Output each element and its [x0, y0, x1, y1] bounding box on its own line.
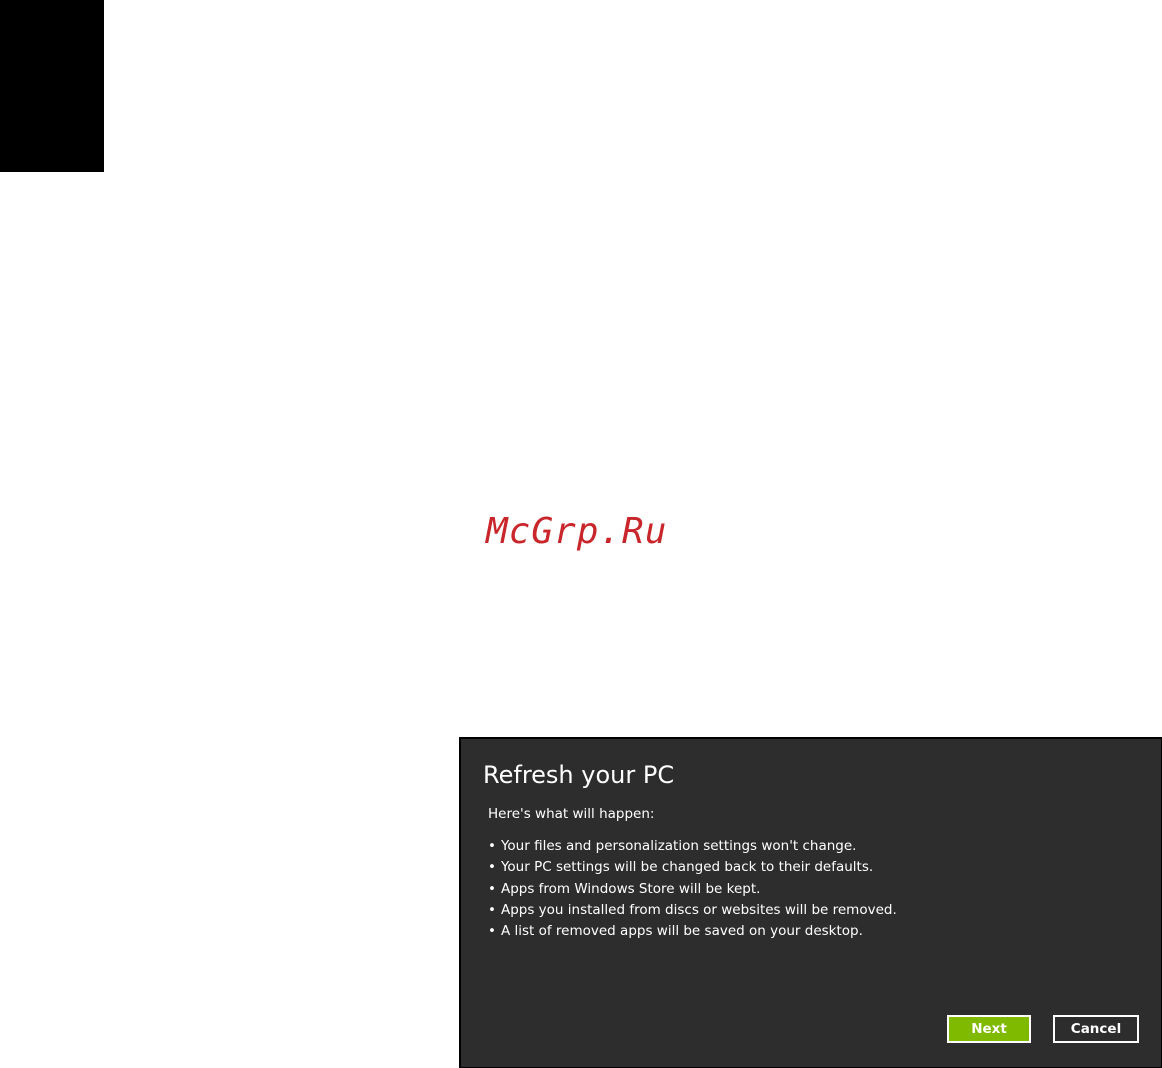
list-item-text: A list of removed apps will be saved on …	[500, 923, 863, 940]
bullet-icon: •	[488, 923, 496, 940]
cancel-button[interactable]: Cancel	[1053, 1015, 1139, 1043]
list-item-text: Your files and personalization settings …	[500, 838, 857, 854]
list-item: • Your PC settings will be changed back t…	[488, 857, 897, 878]
dialog-title: Refresh your PC	[483, 761, 675, 789]
list-item-text: Your PC settings will be changed back to…	[500, 859, 874, 876]
refresh-pc-dialog: Refresh your PC Here's what will happen:…	[459, 737, 1162, 1068]
watermark-text: McGrp.Ru	[486, 511, 668, 552]
list-item: • A list of removed apps will be saved on…	[488, 921, 897, 942]
dialog-intro-text: Here's what will happen:	[488, 806, 655, 822]
list-item: • Apps you installed from discs or websit…	[488, 900, 897, 921]
bullet-icon: •	[488, 838, 496, 854]
changes-list: • Your files and personalization settings…	[488, 836, 897, 942]
next-button[interactable]: Next	[947, 1015, 1031, 1043]
bullet-icon: •	[488, 880, 496, 897]
list-item: • Your files and personalization settings…	[488, 836, 897, 857]
list-item-text: Apps you installed from discs or website…	[500, 901, 897, 918]
bullet-icon: •	[488, 901, 496, 918]
corner-black-block	[0, 0, 104, 172]
bullet-icon: •	[488, 859, 496, 876]
list-item: • Apps from Windows Store will be kept.	[488, 879, 897, 900]
list-item-text: Apps from Windows Store will be kept.	[500, 880, 761, 897]
